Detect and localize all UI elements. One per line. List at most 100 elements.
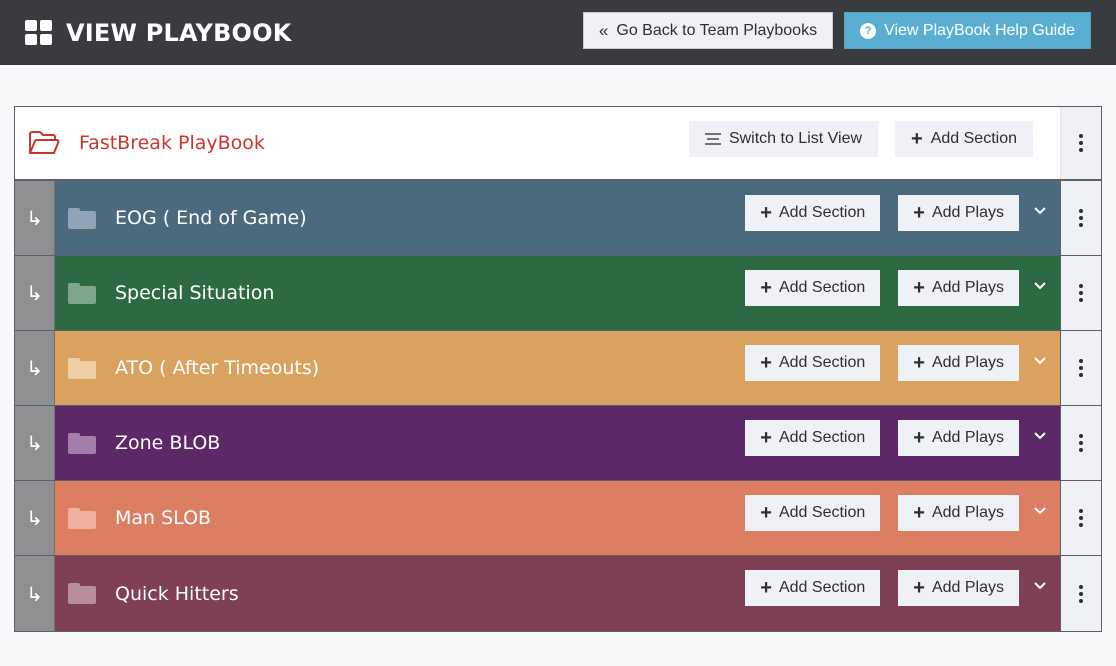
- section-body[interactable]: Man SLOB + Add Section + Add Plays: [55, 481, 1060, 555]
- chevron-down-icon[interactable]: [1032, 578, 1048, 594]
- section-add-section-button[interactable]: + Add Section: [745, 195, 881, 231]
- add-section-label: Add Section: [930, 130, 1017, 147]
- playbook-tree: FastBreak PlayBook Switch to List View +…: [14, 106, 1102, 632]
- folder-icon: [68, 282, 96, 304]
- section-list: ↳ EOG ( End of Game) + Add Section + Add…: [15, 181, 1101, 631]
- kebab-icon: [1079, 284, 1083, 302]
- section-more-menu[interactable]: [1060, 331, 1101, 405]
- plus-icon: +: [911, 128, 923, 150]
- folder-icon: [68, 507, 96, 529]
- double-chevron-left-icon: «: [598, 20, 609, 40]
- section-title: ATO ( After Timeouts): [115, 357, 320, 379]
- plus-icon: +: [760, 577, 772, 599]
- switch-view-label: Switch to List View: [728, 130, 863, 147]
- section-add-section-button[interactable]: + Add Section: [745, 345, 881, 381]
- chevron-down-icon[interactable]: [1032, 278, 1048, 294]
- add-section-label: Add Section: [778, 429, 866, 446]
- subdirectory-arrow-icon: ↳: [15, 481, 55, 555]
- section-row: ↳ Special Situation + Add Section + Add …: [15, 256, 1101, 331]
- page-title: VIEW PLAYBOOK: [66, 18, 292, 47]
- folder-icon: [68, 207, 96, 229]
- playbook-title: FastBreak PlayBook: [79, 132, 265, 154]
- question-circle-icon: ?: [860, 22, 877, 39]
- add-section-label: Add Section: [778, 504, 866, 521]
- add-plays-label: Add Plays: [931, 504, 1004, 521]
- add-plays-button[interactable]: + Add Plays: [898, 495, 1019, 531]
- add-plays-button[interactable]: + Add Plays: [898, 270, 1019, 306]
- plus-icon: +: [913, 427, 925, 449]
- section-add-section-button[interactable]: + Add Section: [745, 495, 881, 531]
- add-plays-button[interactable]: + Add Plays: [898, 195, 1019, 231]
- section-title: EOG ( End of Game): [115, 207, 307, 229]
- switch-to-list-view-button[interactable]: Switch to List View: [688, 121, 879, 157]
- plus-icon: +: [760, 202, 772, 224]
- folder-icon: [68, 432, 96, 454]
- add-plays-button[interactable]: + Add Plays: [898, 420, 1019, 456]
- kebab-icon: [1079, 359, 1083, 377]
- plus-icon: +: [913, 577, 925, 599]
- chevron-down-icon[interactable]: [1032, 353, 1048, 369]
- subdirectory-arrow-icon: ↳: [15, 181, 55, 255]
- subdirectory-arrow-icon: ↳: [15, 406, 55, 480]
- grid-icon: [25, 20, 52, 45]
- go-back-button[interactable]: « Go Back to Team Playbooks: [582, 12, 834, 49]
- chevron-down-icon[interactable]: [1032, 503, 1048, 519]
- plus-icon: +: [913, 502, 925, 524]
- folder-icon: [68, 583, 96, 604]
- add-plays-label: Add Plays: [931, 354, 1004, 371]
- subdirectory-arrow-icon: ↳: [15, 256, 55, 330]
- plus-icon: +: [913, 352, 925, 374]
- add-plays-button[interactable]: + Add Plays: [898, 570, 1019, 606]
- list-icon: [704, 133, 721, 145]
- add-section-label: Add Section: [778, 279, 866, 296]
- subdirectory-arrow-icon: ↳: [15, 331, 55, 405]
- add-section-label: Add Section: [778, 204, 866, 221]
- plus-icon: +: [760, 352, 772, 374]
- plus-icon: +: [913, 277, 925, 299]
- add-section-label: Add Section: [778, 579, 866, 596]
- subdirectory-arrow-icon: ↳: [15, 556, 55, 631]
- help-guide-button[interactable]: ? View PlayBook Help Guide: [844, 12, 1091, 49]
- section-more-menu[interactable]: [1060, 556, 1101, 631]
- add-plays-label: Add Plays: [931, 279, 1004, 296]
- plus-icon: +: [760, 502, 772, 524]
- section-add-section-button[interactable]: + Add Section: [745, 270, 881, 306]
- chevron-down-icon[interactable]: [1032, 428, 1048, 444]
- section-add-section-button[interactable]: + Add Section: [745, 570, 881, 606]
- add-plays-label: Add Plays: [931, 204, 1004, 221]
- section-row: ↳ EOG ( End of Game) + Add Section + Add…: [15, 181, 1101, 256]
- folder-icon: [68, 357, 96, 379]
- kebab-icon: [1079, 509, 1083, 527]
- section-more-menu[interactable]: [1060, 256, 1101, 330]
- section-more-menu[interactable]: [1060, 406, 1101, 480]
- kebab-icon: [1079, 209, 1083, 227]
- section-title: Special Situation: [115, 282, 275, 304]
- plus-icon: +: [760, 277, 772, 299]
- go-back-label: Go Back to Team Playbooks: [616, 21, 818, 39]
- section-row: ↳ ATO ( After Timeouts) + Add Section + …: [15, 331, 1101, 406]
- chevron-down-icon[interactable]: [1032, 203, 1048, 219]
- help-guide-label: View PlayBook Help Guide: [884, 21, 1075, 39]
- playbook-more-menu[interactable]: [1060, 107, 1101, 179]
- add-plays-label: Add Plays: [931, 579, 1004, 596]
- section-row: ↳ Quick Hitters + Add Section + Add Play…: [15, 556, 1101, 631]
- plus-icon: +: [760, 427, 772, 449]
- section-body[interactable]: Special Situation + Add Section + Add Pl…: [55, 256, 1060, 330]
- section-body[interactable]: ATO ( After Timeouts) + Add Section + Ad…: [55, 331, 1060, 405]
- section-row: ↳ Man SLOB + Add Section + Add Plays: [15, 481, 1101, 556]
- add-section-button[interactable]: + Add Section: [895, 121, 1033, 157]
- section-title: Zone BLOB: [115, 432, 221, 454]
- section-more-menu[interactable]: [1060, 481, 1101, 555]
- section-body[interactable]: EOG ( End of Game) + Add Section + Add P…: [55, 181, 1060, 255]
- section-body[interactable]: Zone BLOB + Add Section + Add Plays: [55, 406, 1060, 480]
- add-plays-button[interactable]: + Add Plays: [898, 345, 1019, 381]
- kebab-icon: [1079, 434, 1083, 452]
- section-more-menu[interactable]: [1060, 181, 1101, 255]
- section-body[interactable]: Quick Hitters + Add Section + Add Plays: [55, 556, 1060, 631]
- kebab-icon: [1079, 134, 1083, 152]
- top-bar: VIEW PLAYBOOK « Go Back to Team Playbook…: [0, 0, 1116, 65]
- folder-open-icon: [29, 131, 60, 154]
- section-add-section-button[interactable]: + Add Section: [745, 420, 881, 456]
- playbook-header: FastBreak PlayBook Switch to List View +…: [15, 107, 1101, 181]
- add-section-label: Add Section: [778, 354, 866, 371]
